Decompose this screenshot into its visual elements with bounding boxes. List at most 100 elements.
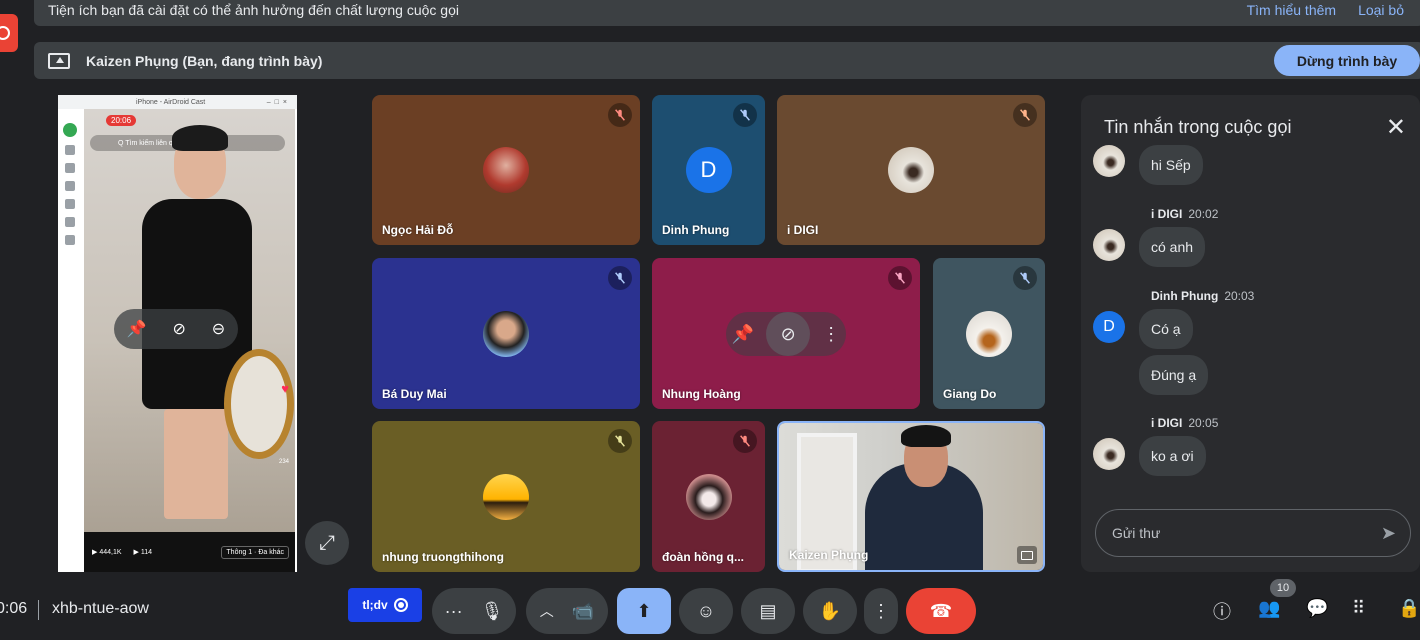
participant-avatar	[483, 310, 529, 357]
dismiss-link[interactable]: Loại bỏ	[1358, 2, 1404, 18]
more-options-icon[interactable]: ⋮	[822, 324, 840, 345]
video-tag: Thông 1 · Đa khác	[221, 545, 289, 559]
hand-icon: ✋	[818, 600, 842, 621]
meeting-code: xhb-ntue-aow	[52, 600, 149, 617]
stop-presenting-button[interactable]: Dừng trình bày	[1274, 45, 1420, 76]
recording-indicator[interactable]	[0, 14, 18, 52]
emoji-icon: ☺	[696, 600, 716, 621]
message-bubble: có anh	[1139, 227, 1206, 267]
cast-window-titlebar: iPhone - AirDroid Cast –□×	[58, 95, 297, 109]
participant-name: Ngọc Hải Đỗ	[382, 223, 454, 237]
info-icon[interactable]: ⓘ	[1213, 598, 1231, 624]
participant-avatar	[966, 310, 1012, 357]
self-video-hair	[901, 425, 951, 447]
participant-avatar	[483, 147, 529, 193]
participant-avatar	[685, 473, 732, 520]
sender-name: Dinh Phung	[1151, 289, 1219, 303]
expand-icon[interactable]: ⤢	[305, 521, 349, 565]
chat-icon[interactable]: 💬	[1306, 598, 1328, 619]
participant-avatar	[888, 147, 934, 193]
participant-tile[interactable]: Ngọc Hải Đỗ	[372, 95, 640, 245]
participant-name: Bá Duy Mai	[382, 387, 447, 401]
participant-name: Kaizen Phụng	[789, 548, 869, 562]
pin-icon[interactable]: 📌	[732, 324, 754, 345]
sender-avatar	[1093, 438, 1125, 470]
participant-name: Dinh Phung	[662, 223, 730, 237]
phone-hangup-icon: ☎	[929, 600, 953, 621]
self-video-tile[interactable]: Kaizen Phụng	[777, 421, 1045, 572]
more-dots-icon[interactable]: ···	[445, 601, 463, 622]
participant-tile[interactable]: 📌 ⊘ ⋮ Nhung Hoàng	[652, 258, 920, 409]
share-count: 234	[278, 459, 289, 465]
participant-name: đoàn hồng q...	[662, 550, 744, 564]
mic-off-icon	[608, 103, 632, 127]
cast-window-title: iPhone - AirDroid Cast	[136, 98, 206, 106]
close-icon[interactable]: ✕	[1386, 113, 1406, 142]
camera-control[interactable]: ︿ 📹	[526, 588, 608, 634]
message-bubble: Có ạ	[1139, 309, 1193, 349]
mute-participant-icon[interactable]: ⊘	[766, 312, 811, 356]
present-screen-icon: ⬆	[636, 600, 652, 621]
camera-icon[interactable]: 📹	[572, 601, 594, 622]
mute-video-icon[interactable]: ⊘	[173, 319, 186, 339]
participant-tile[interactable]: i DIGI	[777, 95, 1045, 245]
participant-tile[interactable]: nhung truongthihong	[372, 421, 640, 572]
more-options-button[interactable]: ⋮	[864, 588, 898, 634]
chat-panel: Tin nhắn trong cuộc gọi ✕ hi Sếp i DIGI 2…	[1081, 95, 1420, 572]
mic-off-icon	[888, 266, 912, 290]
picture-in-picture-icon[interactable]	[1017, 546, 1037, 564]
message-time: 20:05	[1188, 416, 1219, 430]
message-header: i DIGI 20:05	[1151, 416, 1218, 430]
participant-name: nhung truongthihong	[382, 550, 504, 564]
video-mirror	[224, 349, 294, 459]
like-count: ▶ 114	[133, 549, 153, 556]
microphone-icon[interactable]: 🎙	[481, 601, 504, 622]
window-controls: –□×	[266, 98, 291, 106]
phone-screen: 20:06 Q Tìm kiếm liên quan 📌 ⊘ ⊖ ♥ 234 ▶…	[84, 109, 295, 572]
chat-title: Tin nhắn trong cuộc gọi	[1104, 117, 1292, 137]
extension-warning-banner: Tiện ích bạn đã cài đặt có thể ảnh hưởng…	[34, 0, 1420, 26]
participant-tile[interactable]: Bá Duy Mai	[372, 258, 640, 409]
participant-name: Giang Do	[943, 387, 997, 401]
more-vert-icon: ⋮	[872, 600, 890, 621]
video-person-legs	[164, 409, 228, 519]
participant-name: Nhung Hoàng	[662, 387, 741, 401]
pin-icon[interactable]: 📌	[127, 319, 147, 339]
cast-sidebar	[58, 109, 82, 572]
meeting-clock: 0:06	[0, 600, 28, 617]
tile-hover-controls: 📌 ⊘ ⊖	[114, 309, 238, 349]
participant-tile[interactable]: Giang Do	[933, 258, 1045, 409]
microphone-control[interactable]: ··· 🎙	[432, 588, 516, 634]
profile-icon	[63, 123, 77, 137]
volume-icon	[65, 199, 75, 209]
host-controls-icon[interactable]: 🔒	[1398, 598, 1420, 619]
participant-tile[interactable]: D Dinh Phung	[652, 95, 765, 245]
tldv-extension-button[interactable]: tl;dv	[348, 588, 422, 622]
learn-more-link[interactable]: Tìm hiểu thêm	[1247, 2, 1336, 18]
participant-count-badge: 10	[1270, 579, 1296, 597]
people-icon[interactable]: 👥	[1258, 598, 1280, 619]
chevron-up-icon[interactable]: ︿	[540, 601, 554, 621]
captions-button[interactable]: ▤	[741, 588, 795, 634]
message-bubble: Đúng ạ	[1139, 355, 1209, 395]
present-screen-icon	[48, 52, 70, 69]
activities-icon[interactable]: ⠿	[1352, 598, 1365, 619]
settings-icon	[65, 163, 75, 173]
participant-name: i DIGI	[787, 223, 819, 237]
reactions-button[interactable]: ☺	[679, 588, 733, 634]
record-icon	[393, 598, 408, 612]
participant-avatar	[483, 473, 529, 520]
participant-tile[interactable]: đoàn hồng q...	[652, 421, 765, 572]
mic-off-icon	[65, 217, 75, 227]
extension-label: tl;dv	[362, 598, 388, 612]
chat-input[interactable]: Gửi thư ➤	[1095, 509, 1411, 557]
present-button[interactable]: ⬆	[617, 588, 671, 634]
remove-icon[interactable]: ⊖	[212, 319, 225, 339]
mic-off-icon	[733, 103, 757, 127]
phone-bottom-bar: ▶ 444,1K ▶ 114 Thông 1 · Đa khác	[84, 532, 295, 572]
end-call-button[interactable]: ☎	[906, 588, 976, 634]
send-icon[interactable]: ➤	[1381, 523, 1396, 544]
raise-hand-button[interactable]: ✋	[803, 588, 857, 634]
screenshot-icon	[65, 235, 75, 245]
mic-off-icon	[1013, 266, 1037, 290]
